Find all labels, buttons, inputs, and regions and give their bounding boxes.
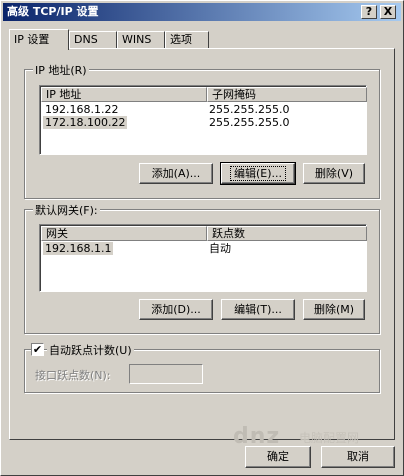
ip-address-list[interactable]: IP 地址 子网掩码 192.168.1.22 255.255.255.0 17…: [39, 85, 367, 155]
gateway-legend: 默认网关(F):: [33, 202, 100, 218]
interface-metric-label: 接口跃点数(N):: [35, 369, 111, 382]
close-button[interactable]: X: [380, 5, 396, 19]
ip-cell: 192.168.1.22: [45, 103, 119, 116]
cancel-button[interactable]: 取消: [321, 446, 395, 468]
gateway-column-header[interactable]: 网关: [41, 226, 207, 241]
tab-dns[interactable]: DNS: [69, 31, 117, 49]
tab-ip-settings[interactable]: IP 设置: [9, 29, 69, 50]
metric-cell: 自动: [209, 242, 231, 255]
default-gateway-group: 默认网关(F): 网关 跃点数 192.168.1.1 自动 添加(D)... …: [24, 202, 380, 334]
title-bar: 高级 TCP/IP 设置 ? X: [3, 3, 401, 21]
help-button[interactable]: ?: [361, 5, 377, 19]
dialog-title: 高级 TCP/IP 设置: [7, 5, 99, 18]
ip-delete-button[interactable]: 删除(V): [303, 163, 365, 184]
auto-metric-group: ✔ 自动跃点计数(U) 接口跃点数(N):: [24, 342, 380, 393]
ip-column-header[interactable]: IP 地址: [41, 87, 207, 102]
gateway-add-button[interactable]: 添加(D)...: [139, 299, 213, 320]
ip-cell: 172.18.100.22: [43, 116, 128, 129]
ip-edit-label: 编辑(E)...: [229, 166, 287, 181]
auto-metric-label[interactable]: 自动跃点计数(U): [47, 342, 134, 358]
ip-add-button[interactable]: 添加(A)...: [139, 163, 213, 184]
interface-metric-input[interactable]: [129, 364, 203, 384]
ip-list-header: IP 地址 子网掩码: [41, 87, 367, 102]
advanced-tcpip-dialog: 高级 TCP/IP 设置 ? X IP 设置 DNS WINS 选项 IP 地址…: [0, 0, 404, 476]
tab-options[interactable]: 选项: [165, 31, 209, 49]
metric-column-header[interactable]: 跃点数: [207, 226, 367, 241]
gateway-list[interactable]: 网关 跃点数 192.168.1.1 自动: [39, 224, 367, 292]
auto-metric-checkbox[interactable]: ✔: [31, 343, 44, 356]
subnet-cell: 255.255.255.0: [209, 103, 290, 116]
ip-settings-panel: IP 地址(R) IP 地址 子网掩码 192.168.1.22 255.255…: [9, 48, 395, 440]
table-row[interactable]: 192.168.1.1 自动: [41, 242, 366, 255]
ip-address-group: IP 地址(R) IP 地址 子网掩码 192.168.1.22 255.255…: [24, 62, 380, 199]
table-row[interactable]: 192.168.1.22 255.255.255.0: [41, 103, 366, 116]
ip-address-legend: IP 地址(R): [33, 62, 89, 78]
subnet-cell: 255.255.255.0: [209, 116, 290, 129]
subnet-column-header[interactable]: 子网掩码: [207, 87, 367, 102]
gateway-cell: 192.168.1.1: [43, 242, 114, 255]
gateway-delete-button[interactable]: 删除(M): [303, 299, 365, 320]
ip-edit-button[interactable]: 编辑(E)...: [220, 162, 296, 185]
gateway-edit-button[interactable]: 编辑(T)...: [221, 299, 295, 320]
tab-wins[interactable]: WINS: [117, 31, 165, 49]
gateway-list-header: 网关 跃点数: [41, 226, 367, 241]
table-row[interactable]: 172.18.100.22 255.255.255.0: [41, 116, 366, 129]
ok-button[interactable]: 确定: [245, 446, 311, 468]
watermark-site: 电脑配置网: [299, 431, 360, 445]
